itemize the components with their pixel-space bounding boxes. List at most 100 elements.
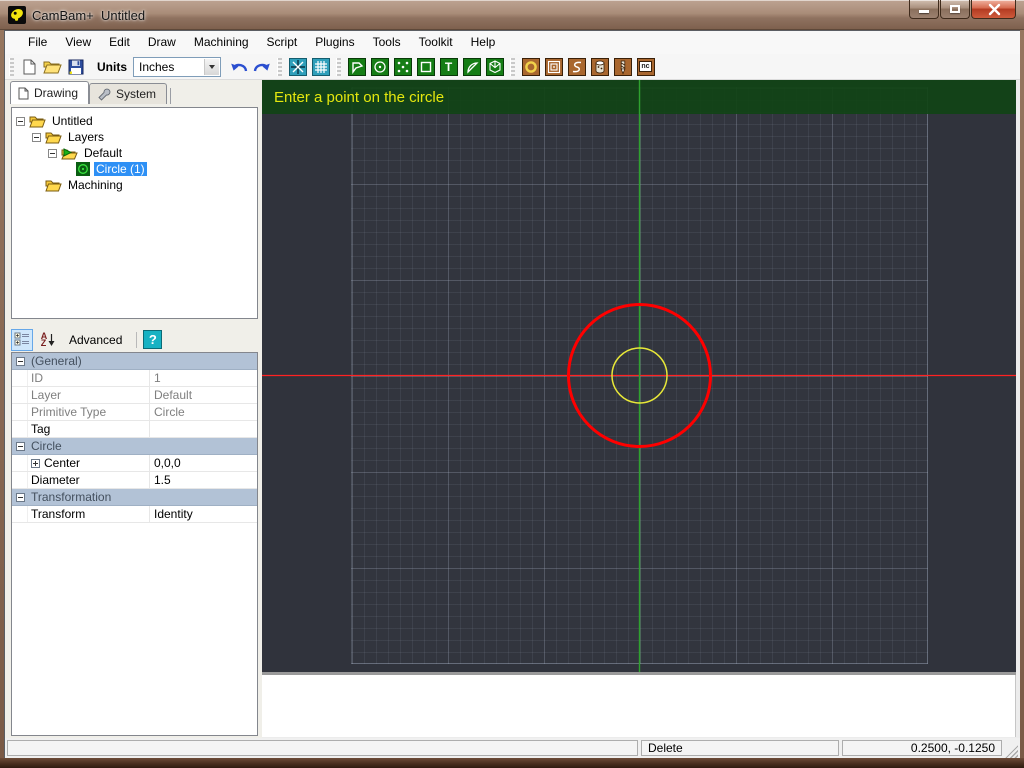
tab-system[interactable]: System — [89, 83, 167, 104]
menu-help[interactable]: Help — [462, 31, 505, 54]
tree-label-circle[interactable]: Circle (1) — [94, 162, 147, 176]
drawing-canvas[interactable]: Enter a point on the circle — [262, 80, 1016, 672]
tree-label-untitled[interactable]: Untitled — [50, 114, 95, 128]
advanced-button[interactable]: Advanced — [69, 333, 122, 347]
collapse-icon[interactable] — [16, 442, 25, 451]
property-toolbar: A Z Advanced ? — [11, 327, 258, 352]
expand-icon[interactable] — [31, 459, 40, 468]
property-row-transform[interactable]: Transform Identity — [12, 506, 257, 523]
menu-machining[interactable]: Machining — [185, 31, 258, 54]
tree-item-layers[interactable]: Layers — [32, 129, 106, 145]
canvas-shapes — [262, 80, 1016, 672]
toolbar-grip[interactable] — [510, 58, 515, 76]
category-label: Circle — [31, 439, 62, 453]
menu-tools[interactable]: Tools — [364, 31, 410, 54]
status-action-label: Delete — [648, 741, 683, 755]
engrave-icon — [568, 58, 586, 76]
minimize-button[interactable] — [909, 0, 939, 19]
collapse-icon[interactable] — [16, 117, 25, 126]
property-row-layer[interactable]: Layer Default — [12, 387, 257, 404]
grid-toggle-icon — [312, 58, 330, 76]
units-dropdown-arrow[interactable] — [204, 59, 219, 75]
draw-points-button[interactable] — [391, 56, 414, 78]
collapse-icon[interactable] — [48, 149, 57, 158]
text-icon-glyph: T — [445, 60, 452, 74]
tab-drawing[interactable]: Drawing — [10, 81, 89, 104]
arc-icon — [463, 58, 481, 76]
menu-script[interactable]: Script — [258, 31, 307, 54]
menu-edit[interactable]: Edit — [100, 31, 139, 54]
property-value[interactable]: 0,0,0 — [150, 456, 257, 470]
property-row-diameter[interactable]: Diameter 1.5 — [12, 472, 257, 489]
new-file-button[interactable] — [18, 56, 41, 78]
drill-icon — [591, 58, 609, 76]
menu-plugins[interactable]: Plugins — [306, 31, 363, 54]
pocket-mop-button[interactable] — [542, 56, 565, 78]
menu-view[interactable]: View — [56, 31, 100, 54]
property-value[interactable]: Identity — [150, 507, 257, 521]
categorized-view-button[interactable] — [11, 329, 33, 351]
alphabetical-sort-button[interactable]: A Z — [37, 329, 59, 351]
title-bar[interactable]: CamBam+ Untitled — [0, 0, 1024, 30]
tree-label-layers[interactable]: Layers — [66, 130, 106, 144]
help-button[interactable]: ? — [143, 330, 162, 349]
tree-item-untitled[interactable]: Untitled — [16, 113, 95, 129]
resize-grip[interactable] — [1005, 745, 1018, 758]
tree-item-machining[interactable]: Machining — [32, 177, 125, 193]
lathe-mop-button[interactable] — [611, 56, 634, 78]
grid-toggle-button[interactable] — [309, 56, 332, 78]
draw-circle-button[interactable] — [368, 56, 391, 78]
folder-icon — [29, 115, 46, 128]
save-file-button[interactable] — [64, 56, 87, 78]
draw-arc-button[interactable] — [460, 56, 483, 78]
menu-toolkit[interactable]: Toolkit — [410, 31, 462, 54]
profile-icon — [522, 58, 540, 76]
snap-point-button[interactable] — [286, 56, 309, 78]
close-icon — [972, 0, 1017, 19]
row-gutter — [12, 404, 28, 420]
maximize-button[interactable] — [940, 0, 970, 19]
collapse-icon[interactable] — [16, 493, 25, 502]
property-row-tag[interactable]: Tag — [12, 421, 257, 438]
tree-label-machining[interactable]: Machining — [66, 178, 125, 192]
category-row-transformation[interactable]: Transformation — [12, 489, 257, 506]
draw-rectangle-button[interactable] — [414, 56, 437, 78]
property-row-center[interactable]: Center 0,0,0 — [12, 455, 257, 472]
toolbar-grip[interactable] — [336, 58, 341, 76]
client-area: File View Edit Draw Machining Script Plu… — [4, 30, 1020, 758]
gcode-button[interactable]: nc — [634, 56, 657, 78]
main-toolbar: Units Inches — [5, 54, 1020, 80]
status-action-section: Delete — [641, 740, 839, 756]
menu-file[interactable]: File — [19, 31, 56, 54]
toolbar-grip[interactable] — [277, 58, 282, 76]
rectangle-icon — [417, 58, 435, 76]
units-dropdown[interactable]: Inches — [133, 57, 221, 77]
tree-item-circle[interactable]: Circle (1) — [76, 161, 147, 177]
property-row-id[interactable]: ID 1 — [12, 370, 257, 387]
open-file-button[interactable] — [41, 56, 64, 78]
undo-button[interactable] — [227, 56, 250, 78]
draw-surface-button[interactable] — [483, 56, 506, 78]
property-name: Transform — [28, 506, 150, 522]
drill-mop-button[interactable] — [588, 56, 611, 78]
polyline-icon — [348, 58, 366, 76]
property-row-primitive-type[interactable]: Primitive Type Circle — [12, 404, 257, 421]
close-button[interactable] — [971, 0, 1016, 19]
menu-draw[interactable]: Draw — [139, 31, 185, 54]
collapse-icon[interactable] — [32, 133, 41, 142]
profile-mop-button[interactable] — [519, 56, 542, 78]
category-row-general[interactable]: (General) — [12, 353, 257, 370]
surface-icon — [486, 58, 504, 76]
redo-button[interactable] — [250, 56, 273, 78]
collapse-icon[interactable] — [16, 357, 25, 366]
tree-item-default-layer[interactable]: Default — [48, 145, 124, 161]
tree-label-default[interactable]: Default — [82, 146, 124, 160]
toolbar-grip[interactable] — [9, 58, 14, 76]
engrave-mop-button[interactable] — [565, 56, 588, 78]
points-icon — [394, 58, 412, 76]
category-row-circle[interactable]: Circle — [12, 438, 257, 455]
property-value[interactable]: 1.5 — [150, 473, 257, 487]
panel-splitter[interactable] — [5, 319, 262, 327]
draw-text-button[interactable]: T — [437, 56, 460, 78]
draw-polyline-button[interactable] — [345, 56, 368, 78]
